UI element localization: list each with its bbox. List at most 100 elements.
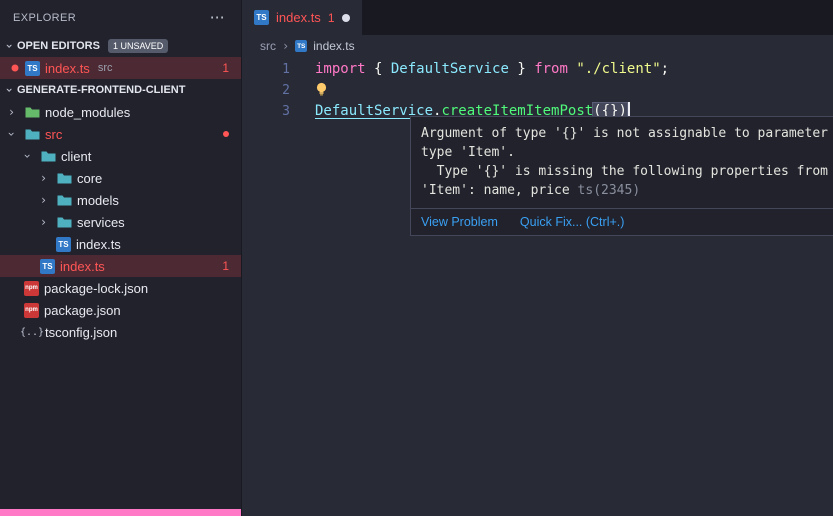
tree-item-label: tsconfig.json bbox=[45, 325, 117, 340]
code-line[interactable]: 1 import { DefaultService } from "./clien… bbox=[242, 59, 833, 80]
code-token: "./client" bbox=[576, 61, 660, 77]
problems-count-badge: 1 bbox=[222, 61, 229, 75]
code-text[interactable] bbox=[315, 80, 330, 101]
error-code: ts(2345) bbox=[570, 183, 640, 198]
vscode-window: EXPLORER ⋯ › OPEN EDITORS 1 UNSAVED TS in… bbox=[0, 0, 833, 516]
tree-item-label: core bbox=[77, 171, 102, 186]
chevron-down-icon: › bbox=[3, 83, 17, 98]
quick-fix-link[interactable]: Quick Fix... (Ctrl+.) bbox=[520, 215, 625, 229]
tree-item-tsconfig-json[interactable]: {..} tsconfig.json bbox=[0, 321, 241, 343]
statusbar-fragment bbox=[0, 509, 242, 516]
open-editors-header[interactable]: › OPEN EDITORS 1 UNSAVED bbox=[0, 35, 241, 57]
chevron-down-icon: › bbox=[3, 39, 17, 54]
modified-dot-icon[interactable] bbox=[12, 65, 19, 72]
typescript-file-icon: TS bbox=[40, 259, 55, 274]
sidebar-header: EXPLORER ⋯ bbox=[0, 0, 241, 35]
hover-message-line: type 'Item'. bbox=[421, 143, 833, 162]
hover-message-line: Argument of type '{}' is not assignable … bbox=[421, 124, 833, 143]
chevron-down-icon[interactable]: › bbox=[5, 127, 19, 142]
editor-area: TS index.ts 1 src › TS index.ts 1 import … bbox=[242, 0, 833, 516]
line-number: 2 bbox=[242, 80, 290, 101]
npm-file-icon: npm bbox=[24, 281, 39, 296]
folder-icon bbox=[56, 172, 72, 185]
line-number: 1 bbox=[242, 59, 290, 80]
lightbulb-icon[interactable] bbox=[315, 82, 328, 103]
tree-item-src[interactable]: › src bbox=[0, 123, 241, 145]
tree-item-models[interactable]: › models bbox=[0, 189, 241, 211]
code-editor[interactable]: 1 import { DefaultService } from "./clien… bbox=[242, 59, 833, 122]
tab-bar: TS index.ts 1 bbox=[242, 0, 833, 35]
typescript-file-icon: TS bbox=[25, 61, 40, 76]
breadcrumb-folder[interactable]: src bbox=[260, 39, 276, 53]
folder-icon bbox=[40, 150, 56, 163]
npm-file-icon: npm bbox=[24, 303, 39, 318]
hover-message-line: Type '{}' is missing the following prope… bbox=[421, 162, 833, 181]
tree-item-index-ts[interactable]: TS index.ts bbox=[0, 233, 241, 255]
open-editors-list: TS index.ts src 1 bbox=[0, 57, 241, 79]
tab-problems-badge: 1 bbox=[328, 11, 335, 25]
tree-item-package-json[interactable]: npm package.json bbox=[0, 299, 241, 321]
chevron-down-icon[interactable]: › bbox=[21, 149, 35, 164]
open-editors-label: OPEN EDITORS bbox=[17, 40, 100, 52]
open-editor-item[interactable]: TS index.ts src 1 bbox=[0, 57, 241, 79]
code-token: } bbox=[509, 61, 534, 77]
folder-icon bbox=[24, 106, 40, 119]
open-editor-detail: src bbox=[98, 62, 113, 74]
tab-label: index.ts bbox=[276, 10, 321, 25]
breadcrumb: src › TS index.ts bbox=[242, 35, 833, 57]
chevron-right-icon[interactable]: › bbox=[4, 105, 19, 119]
tree-item-label: index.ts bbox=[60, 259, 105, 274]
code-token: from bbox=[534, 61, 568, 77]
error-message: Argument of type '{}' is not assignable … bbox=[411, 117, 833, 208]
typescript-file-icon: TS bbox=[254, 10, 269, 25]
breadcrumb-file[interactable]: index.ts bbox=[313, 39, 354, 53]
line-number: 3 bbox=[242, 101, 290, 122]
folder-icon bbox=[56, 216, 72, 229]
code-token: DefaultService bbox=[391, 61, 509, 77]
tree-item-index-ts[interactable]: TS index.ts 1 bbox=[0, 255, 241, 277]
more-actions-icon[interactable]: ⋯ bbox=[210, 10, 225, 25]
error-hover-popup: Argument of type '{}' is not assignable … bbox=[410, 116, 833, 236]
folder-icon bbox=[56, 194, 72, 207]
json-config-file-icon: {..} bbox=[24, 327, 40, 338]
code-token: { bbox=[366, 61, 391, 77]
tree-item-label: package-lock.json bbox=[44, 281, 148, 296]
typescript-file-icon: TS bbox=[295, 40, 307, 52]
tree-item-node-modules[interactable]: › node_modules bbox=[0, 101, 241, 123]
tree-item-label: services bbox=[77, 215, 125, 230]
tree-item-label: index.ts bbox=[76, 237, 121, 252]
explorer-sidebar: EXPLORER ⋯ › OPEN EDITORS 1 UNSAVED TS in… bbox=[0, 0, 242, 516]
code-line[interactable]: 2 bbox=[242, 80, 833, 101]
hover-message-line: 'Item': name, price ts(2345) bbox=[421, 181, 833, 200]
tree-item-label: models bbox=[77, 193, 119, 208]
hover-actions: View Problem Quick Fix... (Ctrl+.) bbox=[411, 208, 833, 235]
tree-item-services[interactable]: › services bbox=[0, 211, 241, 233]
tree-item-label: client bbox=[61, 149, 91, 164]
tree-item-label: package.json bbox=[44, 303, 121, 318]
chevron-right-icon[interactable]: › bbox=[36, 171, 51, 185]
modified-dot-icon[interactable] bbox=[342, 14, 350, 22]
open-editor-label: index.ts bbox=[45, 61, 90, 76]
typescript-file-icon: TS bbox=[56, 237, 71, 252]
explorer-title: EXPLORER bbox=[13, 12, 76, 24]
folder-icon bbox=[24, 128, 40, 141]
tree-item-label: src bbox=[45, 127, 62, 142]
tree-item-package-lock-json[interactable]: npm package-lock.json bbox=[0, 277, 241, 299]
tree-item-core[interactable]: › core bbox=[0, 167, 241, 189]
problems-count-badge: 1 bbox=[222, 259, 229, 273]
chevron-right-icon[interactable]: › bbox=[36, 193, 51, 207]
code-text[interactable]: import { DefaultService } from "./client… bbox=[315, 59, 669, 80]
tree-item-client[interactable]: › client bbox=[0, 145, 241, 167]
chevron-right-icon[interactable]: › bbox=[36, 215, 51, 229]
file-tree: › node_modules › src › client › core › models › ser… bbox=[0, 101, 241, 343]
error-dot-icon bbox=[223, 131, 229, 137]
chevron-right-icon: › bbox=[282, 39, 289, 53]
view-problem-link[interactable]: View Problem bbox=[421, 215, 498, 229]
tree-item-label: node_modules bbox=[45, 105, 130, 120]
workspace-label: GENERATE-FRONTEND-CLIENT bbox=[17, 84, 185, 96]
tab-index-ts[interactable]: TS index.ts 1 bbox=[242, 0, 362, 35]
unsaved-count-badge: 1 UNSAVED bbox=[108, 39, 168, 53]
workspace-header[interactable]: › GENERATE-FRONTEND-CLIENT bbox=[0, 79, 241, 101]
code-token: ; bbox=[661, 61, 669, 77]
code-token: import bbox=[315, 61, 366, 77]
